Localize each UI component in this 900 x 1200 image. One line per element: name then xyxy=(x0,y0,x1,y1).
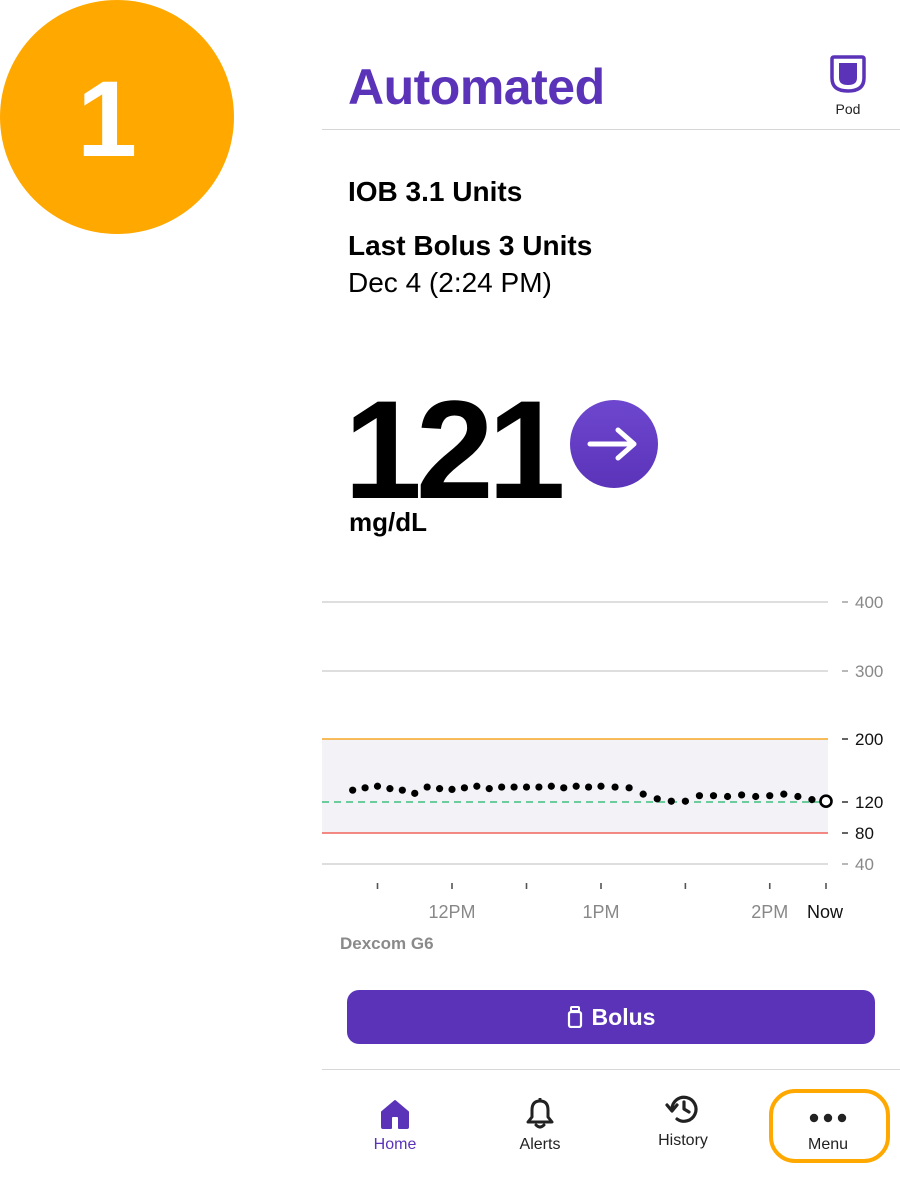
glucose-point xyxy=(667,797,675,805)
x-tick-label: 12PM xyxy=(428,902,475,922)
glucose-point xyxy=(611,783,619,791)
glucose-point xyxy=(653,795,661,803)
x-tick-label: 1PM xyxy=(582,902,619,922)
glucose-point xyxy=(766,792,774,800)
glucose-point xyxy=(423,783,431,791)
nav-item-menu[interactable]: Menu xyxy=(768,1090,888,1154)
glucose-value: 121 xyxy=(344,371,566,528)
step-number: 1 xyxy=(76,58,138,179)
glucose-point xyxy=(695,792,704,800)
bolus-button-label: Bolus xyxy=(591,1003,656,1030)
x-tick-label: Now xyxy=(807,902,844,922)
glucose-point xyxy=(535,783,543,791)
glucose-point xyxy=(547,782,555,790)
glucose-point xyxy=(485,785,493,793)
header-divider xyxy=(322,129,900,130)
glucose-point xyxy=(560,784,568,792)
insulin-on-board: IOB 3.1 Units xyxy=(348,176,523,207)
glucose-point xyxy=(373,782,382,790)
glucose-point xyxy=(435,785,444,793)
glucose-point xyxy=(808,796,816,804)
glucose-point xyxy=(473,782,481,790)
insulin-vial-icon xyxy=(567,1006,582,1028)
trend-arrow-icon xyxy=(570,400,658,488)
glucose-point xyxy=(398,786,406,794)
last-bolus: Last Bolus 3 Units xyxy=(348,230,593,261)
nav-label-alerts: Alerts xyxy=(519,1136,561,1153)
glucose-point xyxy=(349,786,357,794)
glucose-point xyxy=(572,782,580,790)
target-range-band xyxy=(322,739,828,833)
nav-item-history[interactable]: History xyxy=(623,1086,743,1150)
nav-item-home[interactable]: Home xyxy=(335,1090,455,1154)
nav-label-home: Home xyxy=(373,1136,417,1153)
nav-label-history: History xyxy=(658,1132,708,1149)
y-tick-label: 120 xyxy=(855,793,883,812)
glucose-point xyxy=(738,791,746,799)
glucose-point xyxy=(794,792,802,801)
glucose-point xyxy=(361,784,369,792)
glucose-point xyxy=(522,783,531,791)
glucose-point xyxy=(510,783,518,791)
glucose-point xyxy=(584,783,593,791)
nav-item-alerts[interactable]: Alerts xyxy=(480,1090,600,1154)
mode-title: Automated xyxy=(348,59,605,115)
step-number-badge: 1 xyxy=(0,0,234,234)
glucose-point xyxy=(625,784,633,792)
glucose-point xyxy=(460,784,469,792)
more-dots-icon xyxy=(809,1113,847,1123)
sensor-name: Dexcom G6 xyxy=(340,934,434,953)
glucose-point xyxy=(386,785,394,793)
bolus-button[interactable]: Bolus xyxy=(347,990,875,1044)
glucose-point xyxy=(752,792,760,801)
y-tick-label: 40 xyxy=(855,855,874,874)
glucose-point xyxy=(498,783,506,791)
bell-icon xyxy=(526,1098,554,1129)
home-icon xyxy=(381,1100,409,1129)
y-tick-label: 80 xyxy=(855,824,874,843)
glucose-point xyxy=(411,789,419,797)
y-tick-label: 400 xyxy=(855,593,883,612)
y-tick-label: 300 xyxy=(855,662,883,681)
current-glucose-point xyxy=(819,794,833,809)
glucose-point xyxy=(709,792,718,800)
glucose-point xyxy=(723,792,732,801)
last-bolus-time: Dec 4 (2:24 PM) xyxy=(348,267,552,298)
glucose-point xyxy=(597,782,605,790)
nav-divider xyxy=(322,1069,900,1070)
nav-label-menu: Menu xyxy=(807,1136,849,1153)
glucose-point xyxy=(681,797,689,805)
y-tick-label: 200 xyxy=(855,730,883,749)
glucose-point xyxy=(780,790,788,798)
glucose-point xyxy=(639,790,647,798)
glucose-unit: mg/dL xyxy=(349,507,427,537)
glucose-point xyxy=(448,785,456,794)
history-icon xyxy=(665,1095,698,1123)
x-tick-label: 2PM xyxy=(751,902,788,922)
pod-icon xyxy=(830,55,866,93)
pod-label: Pod xyxy=(835,101,861,117)
pod-status-button[interactable]: Pod xyxy=(824,54,872,117)
